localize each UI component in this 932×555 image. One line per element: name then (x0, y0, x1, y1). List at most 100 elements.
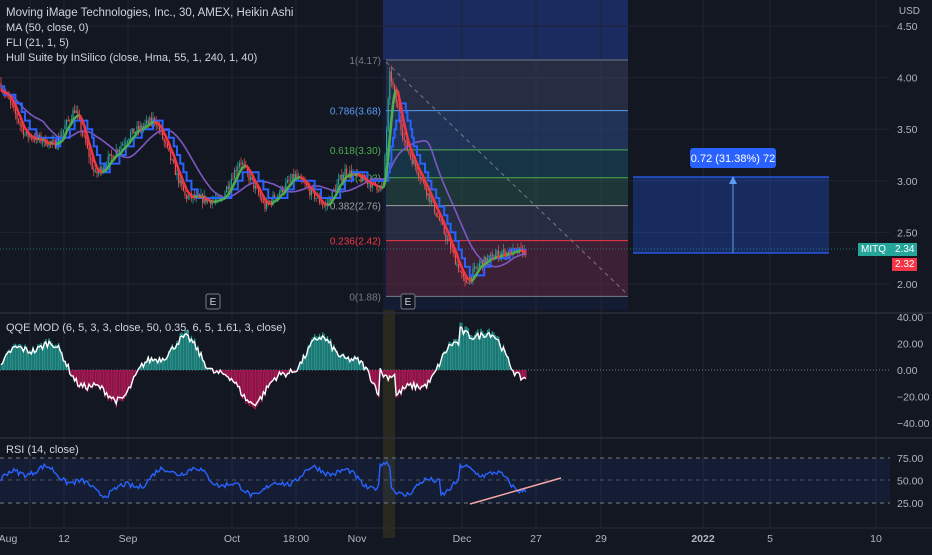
hull-segment (94, 159, 96, 164)
hull-segment (59, 142, 61, 143)
hull-segment (363, 176, 365, 177)
hull-segment (401, 107, 403, 116)
qqe-legend[interactable]: QQE MOD (6, 5, 3, 3, close, 50, 0.35, 6,… (6, 322, 286, 334)
hull-segment (172, 152, 174, 156)
candle-body (458, 264, 459, 271)
svg-text:E: E (210, 297, 217, 308)
hull-segment (175, 160, 177, 164)
qqe-bar (178, 341, 179, 370)
fib-zone (386, 111, 628, 150)
hull-segment (124, 147, 126, 148)
earnings-marker-1[interactable]: E (206, 294, 220, 309)
hull-segment (252, 174, 254, 178)
hull-segment (422, 173, 424, 177)
hull-segment (263, 196, 265, 200)
candle-body (344, 169, 345, 176)
hull-segment (17, 109, 19, 113)
time-label: 18:00 (283, 533, 309, 545)
hull-segment (57, 143, 59, 144)
candle-body (240, 163, 241, 164)
qqe-bar (328, 340, 329, 370)
hull-segment (276, 199, 278, 200)
indicator-fli[interactable]: FLI (21, 1, 5) (6, 36, 69, 51)
candle-body (186, 195, 187, 199)
candle-body (503, 250, 504, 253)
hull-segment (46, 141, 48, 142)
qqe-bar (450, 342, 451, 370)
candle-body (263, 202, 264, 203)
hull-segment (476, 272, 478, 275)
hull-segment (507, 255, 509, 256)
fib-zone (386, 60, 628, 111)
time-label: Sep (119, 533, 138, 545)
indicator-ma[interactable]: MA (50, close, 0) (6, 21, 89, 36)
hull-segment (239, 170, 241, 172)
qqe-bar (119, 370, 120, 400)
hull-segment (163, 130, 165, 133)
hull-segment (311, 188, 313, 189)
hull-segment (419, 167, 421, 171)
hull-segment (292, 180, 294, 182)
hull-segment (54, 144, 56, 145)
hull-segment (84, 125, 86, 130)
candle-body (391, 71, 392, 81)
hull-segment (406, 131, 408, 138)
candle-body (412, 157, 413, 164)
candle-body (184, 191, 185, 195)
candle-body (447, 239, 448, 240)
qqe-bar (183, 334, 184, 370)
candle-body (63, 130, 64, 134)
chart-title[interactable]: Moving iMage Technologies, Inc., 30, AME… (6, 6, 293, 21)
hull-segment (115, 156, 117, 159)
indicator-hull[interactable]: Hull Suite by InSilico (close, Hma, 55, … (6, 51, 257, 66)
hull-segment (414, 156, 416, 160)
rsi-legend[interactable]: RSI (14, close) (6, 444, 79, 456)
rsi-tick: 75.00 (897, 453, 923, 465)
candle-body (404, 138, 405, 141)
hull-segment (212, 201, 214, 202)
hull-segment (12, 99, 14, 101)
hull-segment (367, 180, 369, 181)
candle-body (431, 200, 432, 202)
hull-segment (14, 102, 16, 105)
chart-canvas[interactable]: 1(4.17)0.786(3.68)0.618(3.30)0.5(3.03)0.… (0, 0, 932, 550)
hull-segment (89, 143, 91, 148)
earnings-marker-2[interactable]: E (401, 294, 415, 309)
hull-segment (102, 172, 104, 173)
fib-zone (386, 206, 628, 241)
candle-body (125, 143, 126, 144)
qqe-bar (490, 334, 491, 370)
hull-segment (11, 97, 13, 99)
qqe-bar (455, 339, 456, 370)
hull-segment (359, 175, 361, 176)
time-label: 27 (530, 533, 542, 545)
hull-segment (387, 157, 389, 172)
candle-body (269, 201, 270, 202)
hull-segment (255, 182, 257, 185)
hull-segment (155, 122, 157, 123)
candle-body (468, 283, 469, 284)
hull-segment (231, 186, 233, 189)
hull-segment (310, 187, 312, 188)
hull-segment (483, 265, 485, 267)
candle-body (389, 71, 390, 99)
hull-segment (169, 143, 171, 148)
candle-body (138, 126, 139, 130)
candle-body (476, 267, 477, 268)
hull-segment (60, 141, 62, 142)
measure-box[interactable] (633, 177, 829, 253)
candle-body (144, 124, 145, 127)
hull-segment (111, 160, 113, 162)
candle-body (172, 160, 173, 161)
hull-segment (348, 175, 350, 176)
hull-segment (182, 178, 184, 183)
hull-segment (396, 89, 398, 91)
hull-segment (118, 155, 120, 156)
candle-body (402, 130, 403, 138)
hull-segment (342, 182, 344, 184)
hull-segment (345, 177, 347, 178)
hull-segment (148, 124, 150, 125)
hull-segment (366, 178, 368, 180)
candle-body (77, 111, 78, 115)
hull-segment (220, 200, 222, 201)
